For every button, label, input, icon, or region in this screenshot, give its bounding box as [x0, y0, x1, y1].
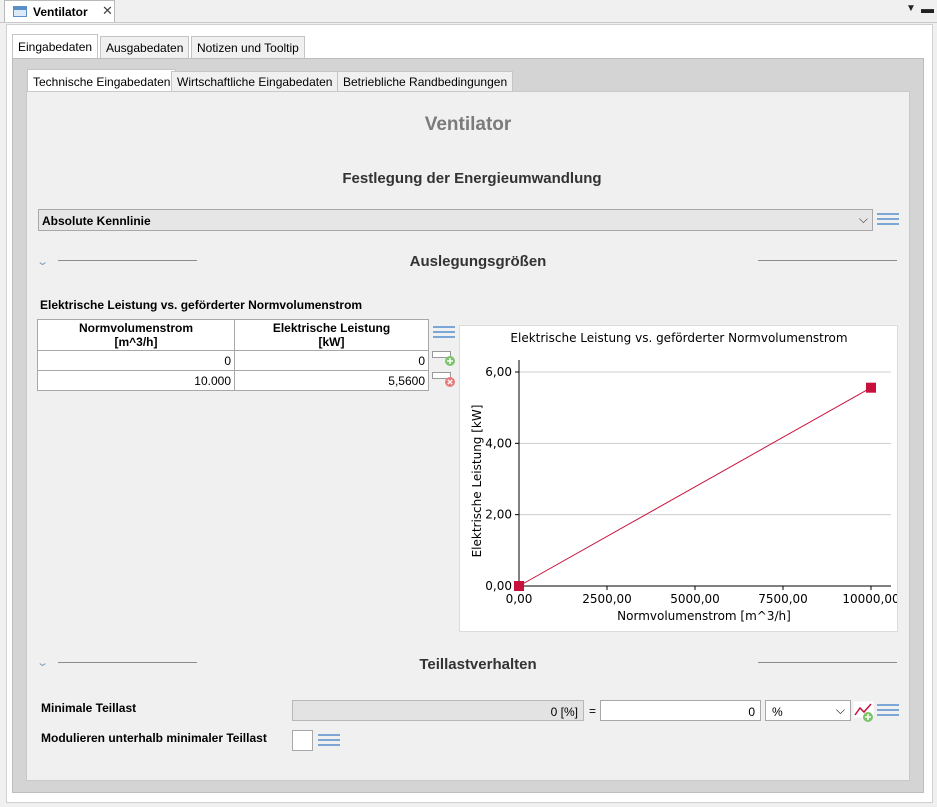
column-header-volume[interactable]: Normvolumenstrom [m^3/h]	[37, 319, 235, 351]
document-tab[interactable]: Ventilator ✕	[4, 0, 115, 22]
chart-y-label: Elektrische Leistung [kW]	[470, 405, 484, 558]
tab-technische-eingabedaten[interactable]: Technische Eingabedaten	[27, 69, 177, 93]
min-partload-readonly-field: 0 [%]	[292, 700, 584, 721]
chart-svg: Elektrische Leistung vs. geförderter Nor…	[470, 331, 897, 623]
table-row[interactable]: 0 0	[37, 350, 429, 371]
y-tick-label: 4,00	[485, 436, 512, 450]
partload-curve-icon[interactable]	[853, 701, 877, 726]
collapse-design-chevron-icon[interactable]: ⌄	[36, 255, 49, 268]
chevron-down-icon: ⌵	[835, 703, 845, 717]
x-tick-label: 7500,00	[758, 592, 808, 606]
chart-x-label: Normvolumenstrom [m^3/h]	[617, 609, 791, 623]
characteristic-table: Normvolumenstrom [m^3/h] Elektrische Leis…	[37, 319, 429, 391]
close-icon[interactable]: ✕	[102, 3, 113, 19]
energy-conversion-heading: Festlegung der Energieumwandlung	[342, 170, 602, 187]
editor-tab-strip	[0, 0, 937, 23]
document-tab-title: Ventilator	[33, 5, 88, 19]
table-header-row: Normvolumenstrom [m^3/h] Elektrische Leis…	[37, 319, 429, 351]
partload-section-heading: Teillastverhalten	[419, 656, 537, 673]
tab-betriebliche-randbedingungen[interactable]: Betriebliche Randbedingungen	[337, 71, 514, 92]
table-menu-icon[interactable]	[433, 325, 455, 340]
table-row[interactable]: 10.000 5,5600	[37, 370, 429, 391]
x-tick-label: 5000,00	[670, 592, 720, 606]
divider	[758, 260, 897, 261]
page-title: Ventilator	[424, 114, 512, 135]
modulate-menu-icon[interactable]	[318, 733, 340, 748]
delete-row-icon[interactable]	[432, 372, 456, 391]
table-title: Elektrische Leistung vs. geförderter Nor…	[40, 298, 363, 312]
y-tick-label: 0,00	[485, 579, 512, 593]
min-partload-readonly-value: 0 [%]	[550, 705, 578, 719]
unit-select[interactable]: % ⌵	[765, 700, 851, 721]
energy-conversion-value: Absolute Kennlinie	[42, 214, 151, 228]
data-point	[514, 581, 524, 591]
add-row-icon[interactable]	[432, 351, 456, 370]
min-partload-input-value: 0	[748, 705, 755, 719]
y-tick-label: 6,00	[485, 365, 512, 379]
chart-title: Elektrische Leistung vs. geförderter Nor…	[510, 331, 847, 345]
divider	[58, 260, 197, 261]
tab-notizen[interactable]: Notizen und Tooltip	[191, 36, 305, 58]
data-point	[866, 382, 876, 393]
divider	[758, 662, 897, 663]
x-tick-label: 10000,00	[842, 592, 897, 606]
min-partload-input[interactable]: 0	[600, 700, 761, 721]
table-cell[interactable]: 10.000	[37, 370, 235, 391]
modulate-label: Modulieren unterhalb minimaler Teillast	[41, 731, 267, 745]
energy-conversion-select[interactable]: Absolute Kennlinie ⌵	[38, 209, 873, 231]
view-menu-icon[interactable]: ▼	[906, 3, 916, 14]
divider	[58, 662, 197, 663]
table-cell[interactable]: 0	[37, 350, 235, 371]
partload-menu-icon[interactable]	[877, 703, 899, 718]
list-menu-icon[interactable]	[877, 212, 899, 227]
window-icon	[13, 6, 27, 17]
tab-wirtschaftliche-eingabedaten[interactable]: Wirtschaftliche Eingabedaten	[171, 71, 339, 92]
tab-ausgabedaten[interactable]: Ausgabedaten	[100, 36, 190, 58]
tab-eingabedaten[interactable]: Eingabedaten	[12, 34, 99, 59]
column-header-power[interactable]: Elektrische Leistung [kW]	[234, 319, 429, 351]
series-line	[518, 387, 872, 587]
x-tick-label: 0,00	[506, 592, 533, 606]
x-tick-label: 2500,00	[582, 592, 632, 606]
design-section-heading: Auslegungsgrößen	[409, 253, 547, 270]
characteristic-chart: Elektrische Leistung vs. geförderter Nor…	[459, 325, 898, 632]
table-cell[interactable]: 5,5600	[234, 370, 429, 391]
unit-select-value: %	[772, 705, 783, 719]
modulate-checkbox[interactable]	[292, 730, 313, 751]
equals-sign: =	[589, 704, 597, 718]
table-cell[interactable]: 0	[234, 350, 429, 371]
chevron-down-icon: ⌵	[858, 212, 868, 226]
collapse-partload-chevron-icon[interactable]: ⌄	[36, 656, 49, 669]
y-tick-label: 2,00	[485, 508, 512, 522]
min-partload-label: Minimale Teillast	[41, 701, 137, 715]
minimize-icon[interactable]: ▬	[921, 1, 934, 16]
